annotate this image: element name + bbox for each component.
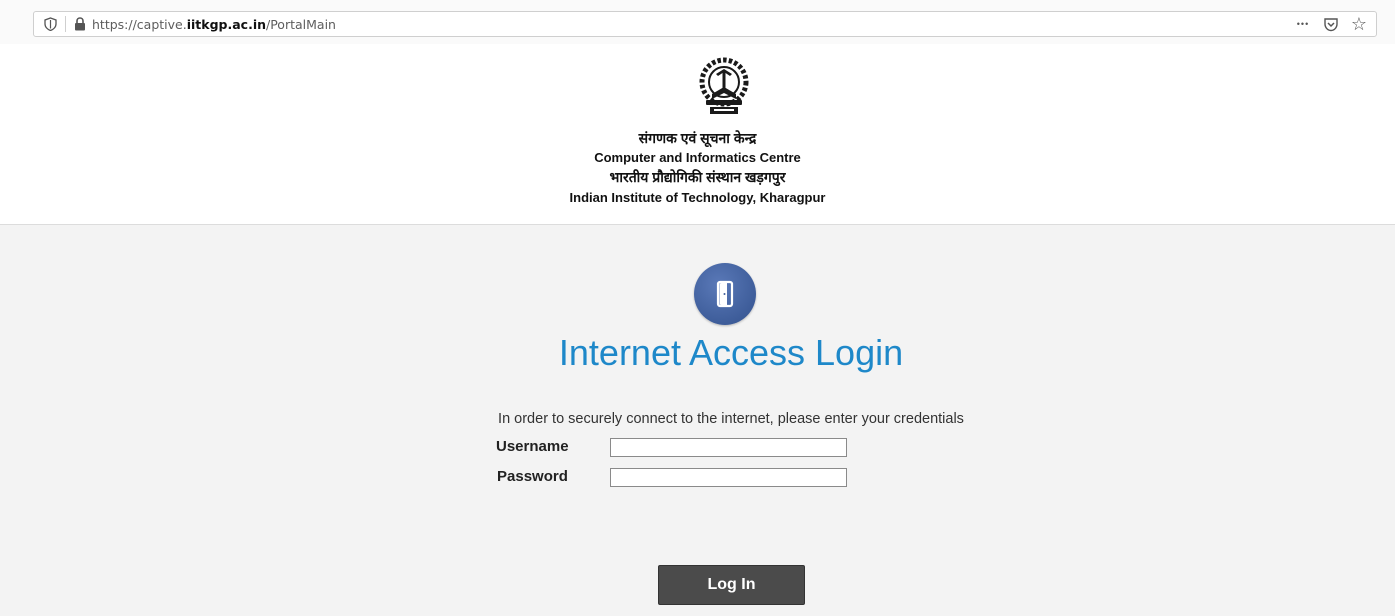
- lock-icon[interactable]: [74, 17, 86, 31]
- pocket-icon[interactable]: [1322, 15, 1340, 33]
- shield-icon[interactable]: [43, 17, 57, 31]
- address-bar[interactable]: https://captive.iitkgp.ac.in/PortalMain …: [33, 11, 1377, 37]
- iit-kharagpur-emblem-icon: [699, 57, 749, 114]
- header-institute-name: Indian Institute of Technology, Kharagpu…: [569, 190, 826, 205]
- divider: [65, 16, 66, 32]
- header-hindi-institute-name: भारतीय प्रौद्योगिकी संस्थान खड़गपुर: [609, 169, 786, 185]
- username-input[interactable]: [610, 438, 847, 457]
- login-instructions: In order to securely connect to the inte…: [498, 411, 964, 427]
- header-centre-name: Computer and Informatics Centre: [594, 150, 801, 165]
- more-icon[interactable]: •••: [1294, 15, 1312, 33]
- browser-toolbar: https://captive.iitkgp.ac.in/PortalMain …: [0, 0, 1395, 45]
- password-label: Password: [497, 468, 568, 485]
- page-title: Internet Access Login: [558, 332, 904, 373]
- password-input[interactable]: [610, 468, 847, 487]
- login-button[interactable]: Log In: [658, 565, 805, 605]
- username-label: Username: [496, 438, 569, 455]
- url-text[interactable]: https://captive.iitkgp.ac.in/PortalMain: [92, 17, 336, 32]
- door-icon: [694, 263, 756, 325]
- bookmark-star-icon[interactable]: ☆: [1350, 14, 1368, 34]
- url-path: /PortalMain: [266, 16, 336, 32]
- header-hindi-centre-name: संगणक एवं सूचना केन्द्र: [638, 130, 757, 146]
- address-bar-actions: ••• ☆: [1294, 14, 1368, 34]
- url-host: iitkgp.ac.in: [186, 16, 266, 32]
- url-scheme: https://captive.: [92, 16, 187, 32]
- institute-header: संगणक एवं सूचना केन्द्र Computer and Inf…: [0, 44, 1395, 225]
